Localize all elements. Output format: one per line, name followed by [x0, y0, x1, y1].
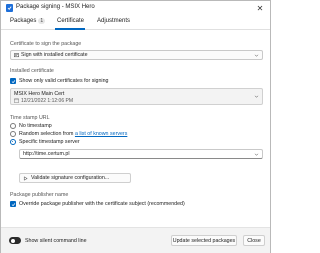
dialog-footer: Show silent command line Update selected… [1, 227, 270, 253]
play-icon [23, 175, 28, 181]
timestamp-url-input[interactable]: http://time.certum.pl [19, 149, 263, 159]
tab-certificate[interactable]: Certificate [57, 18, 84, 24]
timestamp-url-value: http://time.certum.pl [23, 151, 70, 157]
chevron-down-icon [254, 54, 259, 57]
validate-signature-button[interactable]: Validate signature configuration... [19, 173, 131, 183]
silent-command-line-toggle[interactable] [9, 237, 21, 244]
radio-random-server[interactable]: Random selection from a list of known se… [10, 131, 127, 137]
update-selected-packages-button[interactable]: Update selected packages [171, 235, 237, 246]
radio-specific-server[interactable]: Specific timestamp server [10, 139, 80, 145]
close-icon[interactable]: ✕ [254, 2, 266, 14]
certificate-expiry-date: 12/21/2022 1:12:06 PM [21, 98, 73, 104]
certificate-icon [14, 52, 19, 57]
tab-packages[interactable]: Packages 1 [10, 18, 46, 24]
app-icon [6, 4, 13, 12]
override-publisher-checkbox[interactable] [10, 201, 16, 207]
radio-no-timestamp[interactable]: No timestamp [10, 123, 52, 129]
radio-specific-server-button[interactable] [10, 139, 16, 145]
certificate-section-label: Certificate to sign the package [10, 41, 82, 47]
validate-signature-label: Validate signature configuration... [31, 175, 110, 181]
radio-no-timestamp-button[interactable] [10, 123, 16, 129]
active-tab-indicator [55, 28, 85, 30]
silent-command-line-label: Show silent command line [25, 238, 87, 244]
certificate-name: MSIX Hero Main Cert [14, 90, 65, 97]
show-valid-only-label: Show only valid certificates for signing [19, 78, 109, 84]
calendar-icon [14, 98, 19, 103]
title-bar: Package signing - MSIX Hero ✕ [1, 1, 270, 15]
override-publisher-checkbox-row[interactable]: Override package publisher with the cert… [10, 201, 185, 207]
check-icon [11, 202, 15, 206]
random-server-prefix: Random selection from [19, 131, 75, 137]
certificate-source-dropdown[interactable]: Sign with installed certificate [10, 50, 263, 60]
signing-dialog: Package signing - MSIX Hero ✕ Packages 1 … [0, 0, 271, 253]
packages-count-badge: 1 [38, 18, 46, 24]
chevron-down-icon [254, 95, 259, 98]
window-title: Package signing - MSIX Hero [16, 4, 95, 10]
chevron-down-icon[interactable] [254, 152, 259, 157]
check-icon [11, 79, 15, 83]
publisher-section-label: Package publisher name [10, 192, 69, 198]
installed-certificate-label: Installed certificate [10, 68, 54, 74]
override-publisher-label: Override package publisher with the cert… [19, 201, 185, 207]
tab-packages-label: Packages [10, 18, 37, 24]
tab-bar: Packages 1 Certificate Adjustments [1, 16, 270, 30]
close-button[interactable]: Close [243, 235, 265, 246]
show-valid-only-checkbox[interactable] [10, 78, 16, 84]
radio-no-timestamp-label: No timestamp [19, 123, 52, 129]
installed-certificate-select[interactable]: MSIX Hero Main Cert 12/21/2022 1:12:06 P… [10, 88, 263, 105]
tab-adjustments[interactable]: Adjustments [97, 18, 130, 24]
known-servers-link[interactable]: a list of known servers [75, 131, 127, 137]
show-valid-only-checkbox-row[interactable]: Show only valid certificates for signing [10, 78, 109, 84]
radio-random-server-label: Random selection from a list of known se… [19, 131, 127, 137]
radio-specific-server-label: Specific timestamp server [19, 139, 80, 145]
certificate-source-value: Sign with installed certificate [21, 52, 88, 58]
radio-random-server-button[interactable] [10, 131, 16, 137]
timestamp-section-label: Time stamp URL [10, 115, 50, 121]
